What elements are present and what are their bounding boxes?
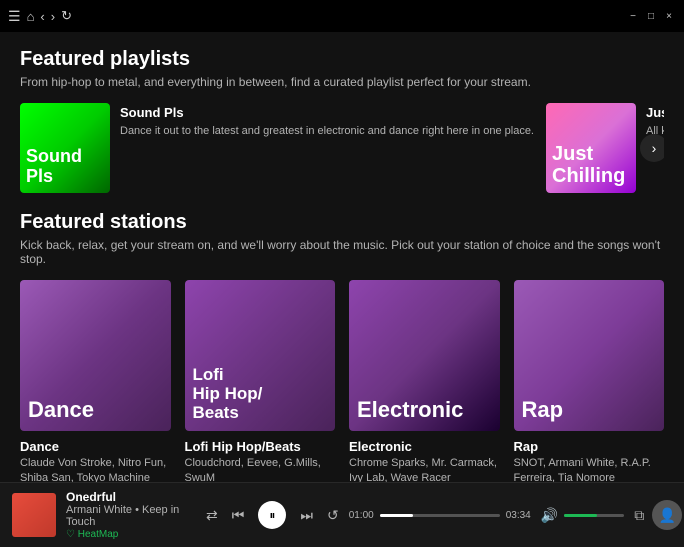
- featured-playlists-section: Featured playlists From hip-hop to metal…: [20, 48, 664, 193]
- player-bar: Onedrful Armani White • Keep in Touch ♡ …: [0, 482, 684, 547]
- station-label-electronic: Electronic: [357, 398, 463, 422]
- featured-playlists-title: Featured playlists: [20, 48, 664, 71]
- player-track-info: Onedrful Armani White • Keep in Touch ♡ …: [66, 490, 196, 540]
- playlist-name-sound-pls: Sound Pls: [120, 105, 534, 120]
- player-right-controls: ⧉ 👤: [634, 500, 682, 530]
- volume-fill: [564, 514, 597, 517]
- station-thumb-dance: Dance: [20, 280, 171, 431]
- station-name-lofi: Lofi Hip Hop/Beats: [185, 439, 336, 454]
- player-track-name: Onedrful: [66, 490, 196, 504]
- station-card-dance[interactable]: Dance Dance Claude Von Stroke, Nitro Fun…: [20, 280, 171, 486]
- station-label-dance: Dance: [28, 398, 94, 422]
- station-name-rap: Rap: [514, 439, 665, 454]
- station-card-electronic[interactable]: Electronic Electronic Chrome Sparks, Mr.…: [349, 280, 500, 486]
- progress-section: 01:00 03:34: [349, 510, 531, 521]
- thumb-label-just-chilling: JustChilling: [552, 143, 625, 187]
- repeat-button[interactable]: ↺: [327, 507, 339, 524]
- forward-icon[interactable]: ›: [51, 9, 55, 24]
- time-current: 01:00: [349, 510, 374, 521]
- player-track-thumbnail: [12, 493, 56, 537]
- playlist-card-sound-pls[interactable]: SoundPls Sound Pls Dance it out to the l…: [20, 103, 534, 193]
- player-track-artist: Armani White • Keep in Touch: [66, 504, 196, 528]
- station-card-lofi[interactable]: LofiHip Hop/Beats Lofi Hip Hop/Beats Clo…: [185, 280, 336, 486]
- user-avatar[interactable]: 👤: [652, 500, 682, 530]
- carousel-next-button[interactable]: ›: [640, 134, 664, 162]
- playlist-carousel: SoundPls Sound Pls Dance it out to the l…: [20, 103, 664, 193]
- featured-stations-subtitle: Kick back, relax, get your stream on, an…: [20, 238, 664, 266]
- playlist-carousel-track: SoundPls Sound Pls Dance it out to the l…: [20, 103, 664, 193]
- playlist-thumb-just-chilling: JustChilling: [546, 103, 636, 193]
- shuffle-button[interactable]: ⇄: [206, 507, 218, 524]
- station-card-rap[interactable]: Rap Rap SNOT, Armani White, R.A.P. Ferre…: [514, 280, 665, 486]
- stations-grid: Dance Dance Claude Von Stroke, Nitro Fun…: [20, 280, 664, 486]
- featured-stations-section: Featured stations Kick back, relax, get …: [20, 211, 664, 486]
- nav-controls: ☰ ⌂ ‹ › ↻: [8, 8, 72, 25]
- volume-bar[interactable]: [564, 514, 624, 517]
- thumb-label-sound-pls: SoundPls: [26, 147, 82, 187]
- previous-button[interactable]: ⏮: [232, 507, 245, 524]
- station-label-lofi: LofiHip Hop/Beats: [193, 366, 263, 422]
- playlist-thumb-sound-pls: SoundPls: [20, 103, 110, 193]
- station-thumb-lofi: LofiHip Hop/Beats: [185, 280, 336, 431]
- station-thumb-electronic: Electronic: [349, 280, 500, 431]
- progress-bar[interactable]: [380, 514, 500, 517]
- station-name-dance: Dance: [20, 439, 171, 454]
- station-label-rap: Rap: [522, 398, 564, 422]
- time-total: 03:34: [506, 510, 531, 521]
- player-track-tag[interactable]: ♡ HeatMap: [66, 529, 196, 540]
- volume-icon[interactable]: 🔊: [541, 507, 558, 524]
- pip-button[interactable]: ⧉: [634, 507, 644, 524]
- player-controls: ⇄ ⏮ ⏸ ⏭ ↺: [206, 501, 339, 529]
- back-icon[interactable]: ‹: [40, 9, 44, 24]
- play-pause-button[interactable]: ⏸: [258, 501, 286, 529]
- title-bar: ☰ ⌂ ‹ › ↻ − □ ×: [0, 0, 684, 32]
- featured-stations-title: Featured stations: [20, 211, 664, 234]
- playlist-name-just-chilling: Just Chilling: [646, 105, 664, 120]
- main-scroll-area[interactable]: Featured playlists From hip-hop to metal…: [0, 32, 684, 512]
- playlist-info-sound-pls: Sound Pls Dance it out to the latest and…: [120, 103, 534, 193]
- playlist-desc-sound-pls: Dance it out to the latest and greatest …: [120, 124, 534, 139]
- minimize-button[interactable]: −: [626, 9, 640, 23]
- station-thumb-rap: Rap: [514, 280, 665, 431]
- refresh-icon[interactable]: ↻: [61, 8, 72, 24]
- station-name-electronic: Electronic: [349, 439, 500, 454]
- progress-fill: [380, 514, 414, 517]
- featured-playlists-subtitle: From hip-hop to metal, and everything in…: [20, 75, 664, 89]
- next-button[interactable]: ⏭: [300, 507, 313, 524]
- close-button[interactable]: ×: [662, 9, 676, 23]
- window-controls: − □ ×: [626, 9, 676, 23]
- maximize-button[interactable]: □: [644, 9, 658, 23]
- hamburger-icon[interactable]: ☰: [8, 8, 21, 25]
- volume-section: 🔊: [541, 507, 624, 524]
- home-icon[interactable]: ⌂: [27, 9, 35, 24]
